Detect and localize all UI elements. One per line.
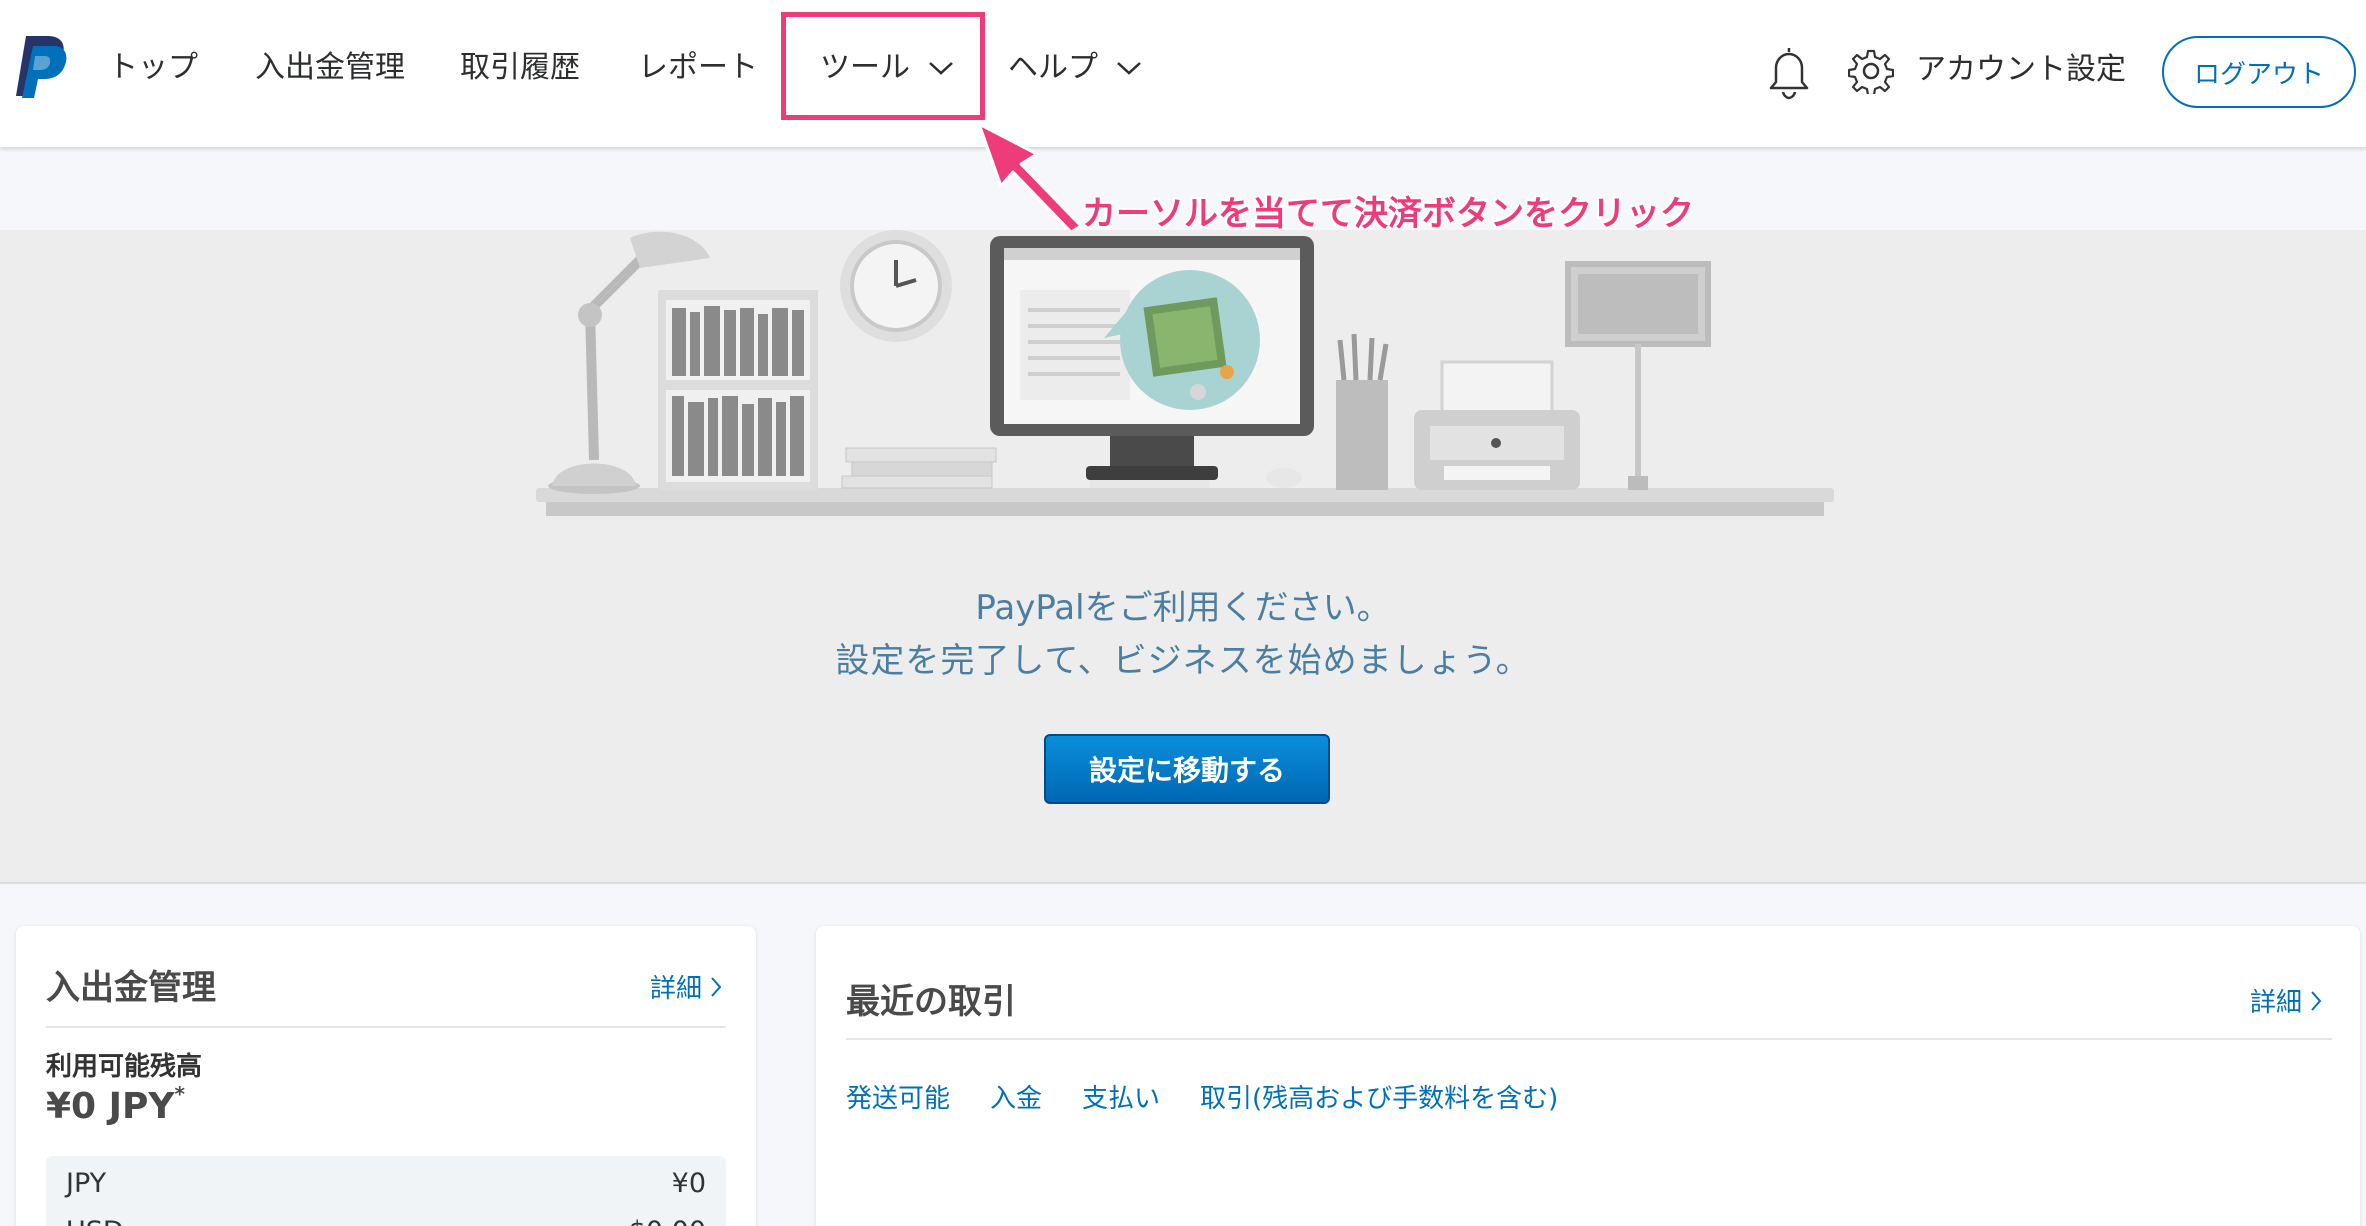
- tab-payments-received[interactable]: 入金: [990, 1078, 1042, 1115]
- nav-help[interactable]: ヘルプ: [1008, 46, 1142, 90]
- nav-help-label: ヘルプ: [1008, 50, 1098, 85]
- nav-reports-label: レポート: [638, 50, 758, 85]
- currency-amount: ¥0: [671, 1168, 706, 1199]
- annotation-text: カーソルを当てて決済ボタンをクリック: [1082, 194, 1694, 234]
- nav-reports[interactable]: レポート: [638, 46, 758, 90]
- available-balance-label: 利用可能残高: [46, 1052, 203, 1082]
- desk-illustration: [536, 230, 1834, 516]
- annotation-arrow-icon: [977, 122, 1083, 234]
- balance-amount-value: ¥0 JPY: [46, 1086, 175, 1127]
- tab-ready-to-ship[interactable]: 発送可能: [846, 1078, 950, 1115]
- recent-transactions-card: 最近の取引 詳細 発送可能 入金 支払い 取引(残高および手数料を含む): [816, 926, 2360, 1226]
- nav-transaction-history-label: 取引履歴: [460, 50, 580, 85]
- transactions-divider: [846, 1038, 2332, 1040]
- balance-card: 入出金管理 詳細 利用可能残高 ¥0 JPY* JPY ¥0 USD $0.00: [16, 926, 756, 1226]
- nav-money-management[interactable]: 入出金管理: [255, 46, 405, 90]
- hero-title: PayPalをご利用ください。: [975, 588, 1391, 628]
- currency-balance-list: JPY ¥0 USD $0.00: [46, 1156, 726, 1226]
- balance-details-label: 詳細: [650, 974, 703, 1004]
- balance-card-title: 入出金管理: [46, 968, 216, 1008]
- bell-icon[interactable]: [1766, 44, 1812, 100]
- nav-top[interactable]: トップ: [108, 46, 198, 90]
- nav-transaction-history[interactable]: 取引履歴: [460, 46, 580, 90]
- top-header: トップ 入出金管理 取引履歴 レポート ツール ヘルプ アカウント設定 ログアウ…: [0, 0, 2366, 147]
- available-balance-amount: ¥0 JPY*: [46, 1082, 185, 1127]
- transactions-details-link[interactable]: 詳細: [2250, 982, 2322, 1019]
- balance-amount-note: *: [174, 1082, 185, 1106]
- hero-subtitle: 設定を完了して、ビジネスを始めましょう。: [835, 641, 1531, 681]
- currency-code: USD: [66, 1216, 124, 1226]
- nav-top-label: トップ: [108, 50, 198, 85]
- balance-details-link[interactable]: 詳細: [650, 968, 722, 1005]
- account-settings-link[interactable]: アカウント設定: [1916, 48, 2126, 92]
- currency-code: JPY: [66, 1168, 107, 1199]
- currency-row-usd: USD $0.00: [46, 1216, 726, 1226]
- hero-banner: PayPalをご利用ください。 設定を完了して、ビジネスを始めましょう。 設定に…: [0, 230, 2366, 884]
- currency-amount: $0.00: [629, 1216, 706, 1226]
- transactions-details-label: 詳細: [2250, 988, 2303, 1018]
- nav-money-management-label: 入出金管理: [255, 50, 405, 85]
- go-to-settings-button[interactable]: 設定に移動する: [1044, 734, 1330, 804]
- paypal-logo[interactable]: [14, 34, 70, 98]
- chevron-right-icon: [711, 976, 722, 997]
- currency-row-jpy: JPY ¥0: [46, 1168, 726, 1208]
- tab-all-transactions[interactable]: 取引(残高および手数料を含む): [1200, 1078, 1558, 1115]
- gear-icon[interactable]: [1848, 48, 1894, 94]
- transactions-card-title: 最近の取引: [846, 982, 1016, 1022]
- annotation-highlight-box: [781, 12, 985, 120]
- chevron-down-icon: [1117, 62, 1141, 75]
- logout-button[interactable]: ログアウト: [2162, 36, 2356, 108]
- chevron-right-icon: [2311, 990, 2322, 1011]
- tab-payments-sent[interactable]: 支払い: [1082, 1078, 1160, 1115]
- balance-divider: [46, 1026, 726, 1028]
